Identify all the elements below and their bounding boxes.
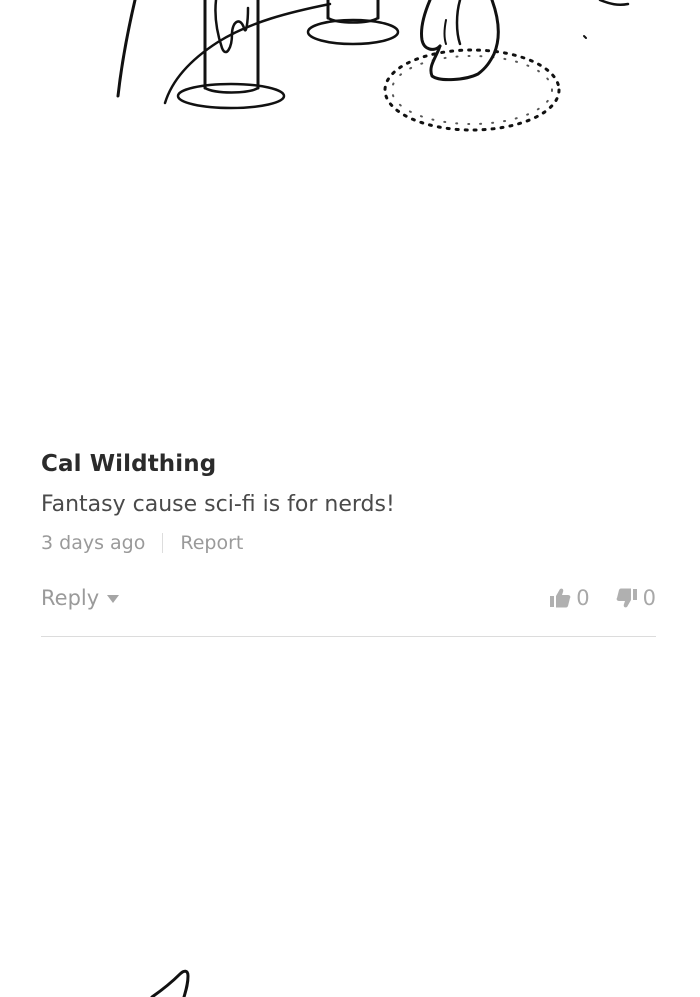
downvote-count: 0 [642, 586, 656, 610]
comment-timestamp: 3 days ago [41, 532, 146, 554]
comic-illustration-top [116, 0, 630, 132]
report-link[interactable]: Report [180, 530, 243, 556]
comment-divider [41, 636, 656, 637]
comic-illustration-bottom [150, 969, 190, 997]
comment-author[interactable]: Cal Wildthing [41, 448, 656, 480]
downvote-button[interactable]: 0 [616, 586, 656, 610]
chevron-down-icon [107, 595, 120, 603]
comment-meta: 3 days ago Report [41, 530, 656, 556]
reply-label: Reply [41, 586, 100, 610]
comment-actions: Reply 0 0 [41, 583, 656, 613]
vote-controls: 0 0 [549, 586, 656, 610]
upvote-count: 0 [576, 586, 590, 610]
thumbs-down-icon [616, 588, 637, 608]
comment-text: Fantasy cause sci-fi is for nerds! [41, 492, 395, 517]
comment-item: Cal Wildthing Fantasy cause sci-fi is fo… [41, 448, 656, 637]
reply-button[interactable]: Reply [41, 586, 120, 610]
upvote-button[interactable]: 0 [549, 586, 590, 610]
meta-separator [162, 533, 164, 553]
thumbs-up-icon [550, 588, 571, 608]
